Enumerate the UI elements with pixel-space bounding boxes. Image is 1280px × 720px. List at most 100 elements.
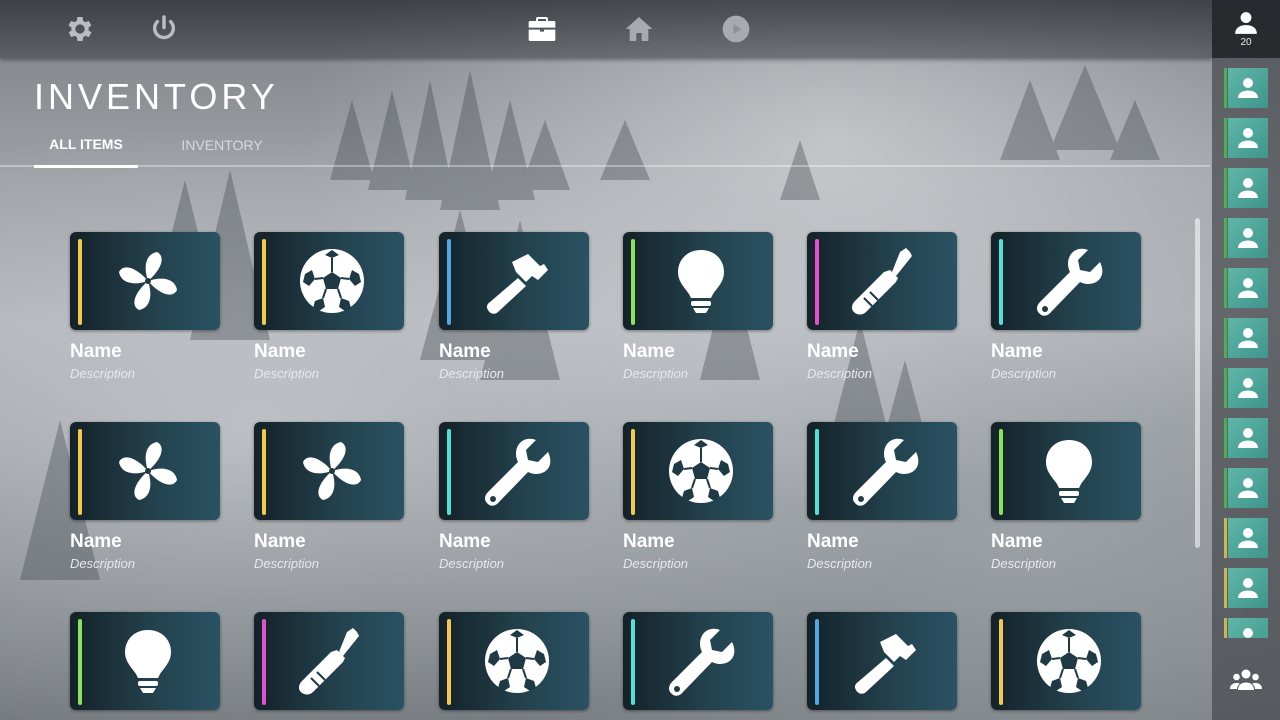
friend-avatar[interactable]	[1224, 268, 1268, 308]
rarity-stripe	[262, 619, 266, 705]
inventory-item[interactable]	[991, 612, 1141, 710]
scrollbar[interactable]	[1195, 218, 1200, 548]
friend-avatar[interactable]	[1224, 618, 1268, 638]
rarity-stripe	[262, 429, 266, 515]
friend-avatar[interactable]	[1224, 368, 1268, 408]
item-name: Name	[439, 341, 491, 362]
item-description: Description	[623, 556, 689, 571]
friend-avatar[interactable]	[1224, 568, 1268, 608]
rarity-stripe	[815, 239, 819, 325]
item-card[interactable]	[807, 422, 957, 520]
friend-status-bar	[1224, 168, 1227, 208]
lightbulb-icon	[666, 246, 736, 316]
friend-status-bar	[1224, 268, 1227, 308]
tab-inventory[interactable]: INVENTORY	[170, 122, 274, 168]
friend-status-bar	[1224, 468, 1227, 508]
item-card[interactable]	[623, 612, 773, 710]
hammer-icon	[850, 626, 920, 696]
inventory-item[interactable]: Name Description	[70, 232, 220, 381]
item-description: Description	[254, 366, 320, 381]
tab-all-items[interactable]: ALL ITEMS	[34, 122, 138, 168]
friend-count: 20	[1240, 37, 1252, 48]
friend-avatar[interactable]	[1224, 518, 1268, 558]
page-title: INVENTORY	[34, 76, 279, 117]
item-card[interactable]	[254, 232, 404, 330]
item-name: Name	[70, 531, 122, 552]
inventory-item[interactable]: Name Description	[991, 232, 1141, 381]
inventory-item[interactable]	[70, 612, 220, 710]
play-icon[interactable]	[719, 12, 753, 46]
item-name: Name	[70, 341, 122, 362]
friend-avatar[interactable]	[1224, 218, 1268, 258]
user-icon	[1238, 328, 1258, 348]
item-name: Name	[623, 341, 675, 362]
friend-avatar[interactable]	[1224, 468, 1268, 508]
inventory-item[interactable]: Name Description	[439, 232, 589, 381]
item-card[interactable]	[991, 612, 1141, 710]
rarity-stripe	[631, 239, 635, 325]
friend-avatar[interactable]	[1224, 318, 1268, 358]
item-card[interactable]	[254, 612, 404, 710]
rarity-stripe	[78, 619, 82, 705]
rarity-stripe	[631, 619, 635, 705]
item-card[interactable]	[70, 612, 220, 710]
friend-status-bar	[1224, 68, 1227, 108]
item-card[interactable]	[439, 612, 589, 710]
item-card[interactable]	[70, 232, 220, 330]
item-card[interactable]	[623, 232, 773, 330]
item-card[interactable]	[70, 422, 220, 520]
user-icon	[1238, 78, 1258, 98]
friend-status-bar	[1224, 418, 1227, 458]
soccer-ball-icon	[297, 246, 367, 316]
friend-avatar[interactable]	[1224, 118, 1268, 158]
friend-status-bar	[1224, 618, 1227, 638]
power-icon[interactable]	[147, 12, 181, 46]
inventory-item[interactable]: Name Description	[807, 232, 957, 381]
user-icon	[1238, 128, 1258, 148]
inventory-item[interactable]: Name Description	[254, 422, 404, 571]
item-name: Name	[623, 531, 675, 552]
item-name: Name	[807, 341, 859, 362]
friend-avatar[interactable]	[1224, 68, 1268, 108]
user-icon	[1238, 428, 1258, 448]
item-card[interactable]	[254, 422, 404, 520]
friend-avatar[interactable]	[1224, 418, 1268, 458]
item-card[interactable]	[991, 232, 1141, 330]
rarity-stripe	[999, 429, 1003, 515]
tab-divider	[0, 165, 1210, 167]
inventory-item[interactable]: Name Description	[254, 232, 404, 381]
item-card[interactable]	[439, 422, 589, 520]
item-card[interactable]	[623, 422, 773, 520]
lightbulb-icon	[1034, 436, 1104, 506]
rarity-stripe	[447, 239, 451, 325]
inventory-item[interactable]: Name Description	[807, 422, 957, 571]
item-card[interactable]	[439, 232, 589, 330]
rarity-stripe	[815, 619, 819, 705]
inventory-item[interactable]	[807, 612, 957, 710]
user-icon	[1238, 578, 1258, 598]
rarity-stripe	[447, 619, 451, 705]
friend-status-bar	[1224, 368, 1227, 408]
briefcase-icon[interactable]	[525, 12, 559, 46]
inventory-item[interactable]	[439, 612, 589, 710]
friend-avatar[interactable]	[1224, 168, 1268, 208]
inventory-item[interactable]: Name Description	[623, 422, 773, 571]
home-icon[interactable]	[622, 12, 656, 46]
inventory-item[interactable]	[623, 612, 773, 710]
inventory-item[interactable]: Name Description	[70, 422, 220, 571]
inventory-item[interactable]: Name Description	[991, 422, 1141, 571]
gear-icon[interactable]	[63, 12, 97, 46]
inventory-item[interactable]: Name Description	[623, 232, 773, 381]
item-card[interactable]	[991, 422, 1141, 520]
inventory-item[interactable]	[254, 612, 404, 710]
user-icon	[1238, 178, 1258, 198]
profile-button[interactable]: 20	[1212, 0, 1280, 58]
item-card[interactable]	[807, 232, 957, 330]
friend-status-bar	[1224, 518, 1227, 558]
item-card[interactable]	[807, 612, 957, 710]
item-description: Description	[991, 556, 1057, 571]
user-icon	[1235, 12, 1257, 34]
inventory-item[interactable]: Name Description	[439, 422, 589, 571]
group-icon[interactable]	[1230, 666, 1262, 694]
screwdriver-icon	[297, 626, 367, 696]
